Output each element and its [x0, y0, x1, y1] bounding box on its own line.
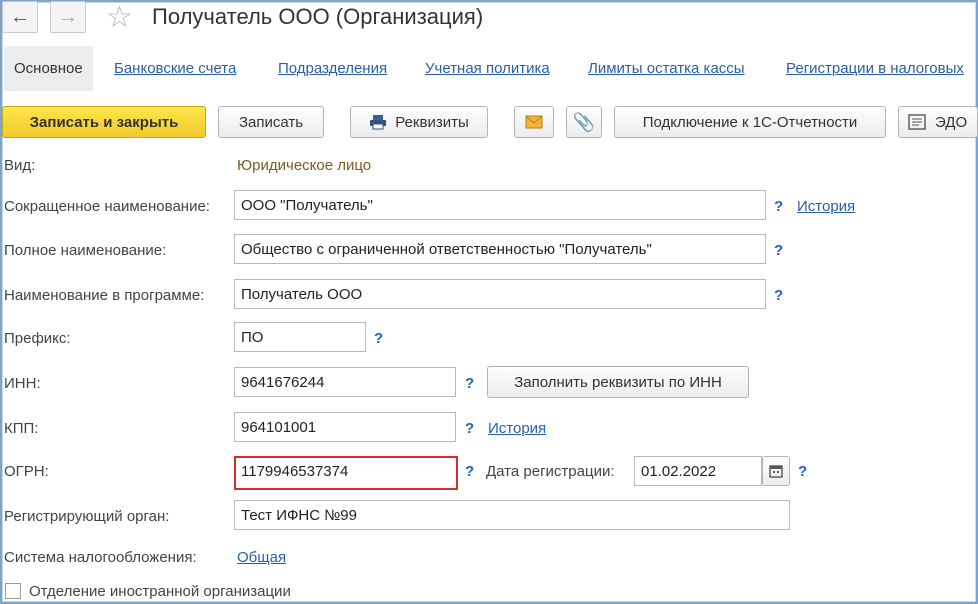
connect-1c-reporting-button[interactable]: Подключение к 1С-Отчетности: [614, 106, 886, 138]
envelope-icon: [525, 115, 543, 129]
tab-tax-registrations[interactable]: Регистрации в налоговых: [786, 60, 964, 77]
help-icon[interactable]: ?: [774, 287, 783, 304]
program-name-input[interactable]: Получатель ООО: [234, 279, 766, 309]
calendar-icon: [769, 465, 783, 478]
ogrn-label: ОГРН:: [4, 463, 49, 480]
short-name-label: Сокращенное наименование:: [4, 198, 210, 215]
short-name-history-link[interactable]: История: [797, 198, 855, 215]
fill-by-inn-button[interactable]: Заполнить реквизиты по ИНН: [487, 366, 749, 398]
foreign-org-checkbox[interactable]: [5, 583, 21, 599]
kpp-input[interactable]: 964101001: [234, 412, 456, 442]
help-icon[interactable]: ?: [774, 198, 783, 215]
inn-label: ИНН:: [4, 375, 41, 392]
attachment-button[interactable]: 📎: [566, 106, 602, 138]
tax-system-link[interactable]: Общая: [237, 549, 286, 566]
tax-system-label: Система налогообложения:: [4, 549, 197, 566]
email-button[interactable]: [514, 106, 554, 138]
tab-main[interactable]: Основное: [4, 46, 93, 91]
save-and-close-button[interactable]: Записать и закрыть: [2, 106, 206, 138]
tab-cash-limits[interactable]: Лимиты остатка кассы: [588, 60, 745, 77]
edo-document-icon: [908, 114, 926, 130]
edo-label: ЭДО: [935, 113, 968, 131]
reg-organ-input[interactable]: Тест ИФНС №99: [234, 500, 790, 530]
tab-bank-accounts[interactable]: Банковские счета: [114, 60, 236, 77]
printer-icon: [370, 115, 387, 130]
vid-value[interactable]: Юридическое лицо: [237, 157, 371, 174]
help-icon[interactable]: ?: [774, 242, 783, 259]
favorite-star-icon[interactable]: ☆: [106, 0, 133, 35]
vid-label: Вид:: [4, 157, 36, 174]
program-name-label: Наименование в программе:: [4, 287, 205, 304]
tab-accounting-policy[interactable]: Учетная политика: [425, 60, 550, 77]
kpp-label: КПП:: [4, 420, 39, 437]
help-icon[interactable]: ?: [374, 330, 383, 347]
requisites-label: Реквизиты: [395, 113, 469, 131]
full-name-label: Полное наименование:: [4, 242, 167, 259]
forward-button[interactable]: →: [50, 1, 86, 33]
ogrn-input[interactable]: 1179946537374: [234, 456, 458, 490]
back-button[interactable]: ←: [2, 1, 38, 33]
arrow-right-icon: →: [58, 5, 78, 28]
help-icon[interactable]: ?: [465, 463, 474, 480]
arrow-left-icon: ←: [10, 5, 30, 28]
reg-organ-label: Регистрирующий орган:: [4, 508, 170, 525]
calendar-button[interactable]: [762, 456, 790, 486]
full-name-input[interactable]: Общество с ограниченной ответственностью…: [234, 234, 766, 264]
prefix-label: Префикс:: [4, 330, 71, 347]
requisites-button[interactable]: Реквизиты: [350, 106, 488, 138]
edo-button[interactable]: ЭДО: [898, 106, 978, 138]
help-icon[interactable]: ?: [465, 375, 474, 392]
registration-date-input[interactable]: 01.02.2022: [634, 456, 762, 486]
foreign-org-label: Отделение иностранной организации: [29, 583, 291, 600]
kpp-history-link[interactable]: История: [488, 420, 546, 437]
paperclip-icon: 📎: [572, 111, 596, 132]
help-icon[interactable]: ?: [798, 463, 807, 480]
save-button[interactable]: Записать: [218, 106, 324, 138]
prefix-input[interactable]: ПО: [234, 322, 366, 352]
help-icon[interactable]: ?: [465, 420, 474, 437]
registration-date-label: Дата регистрации:: [486, 463, 615, 480]
page-title: Получатель ООО (Организация): [152, 4, 484, 29]
tab-divisions[interactable]: Подразделения: [278, 60, 387, 77]
short-name-input[interactable]: ООО "Получатель": [234, 190, 766, 220]
inn-input[interactable]: 9641676244: [234, 367, 456, 397]
